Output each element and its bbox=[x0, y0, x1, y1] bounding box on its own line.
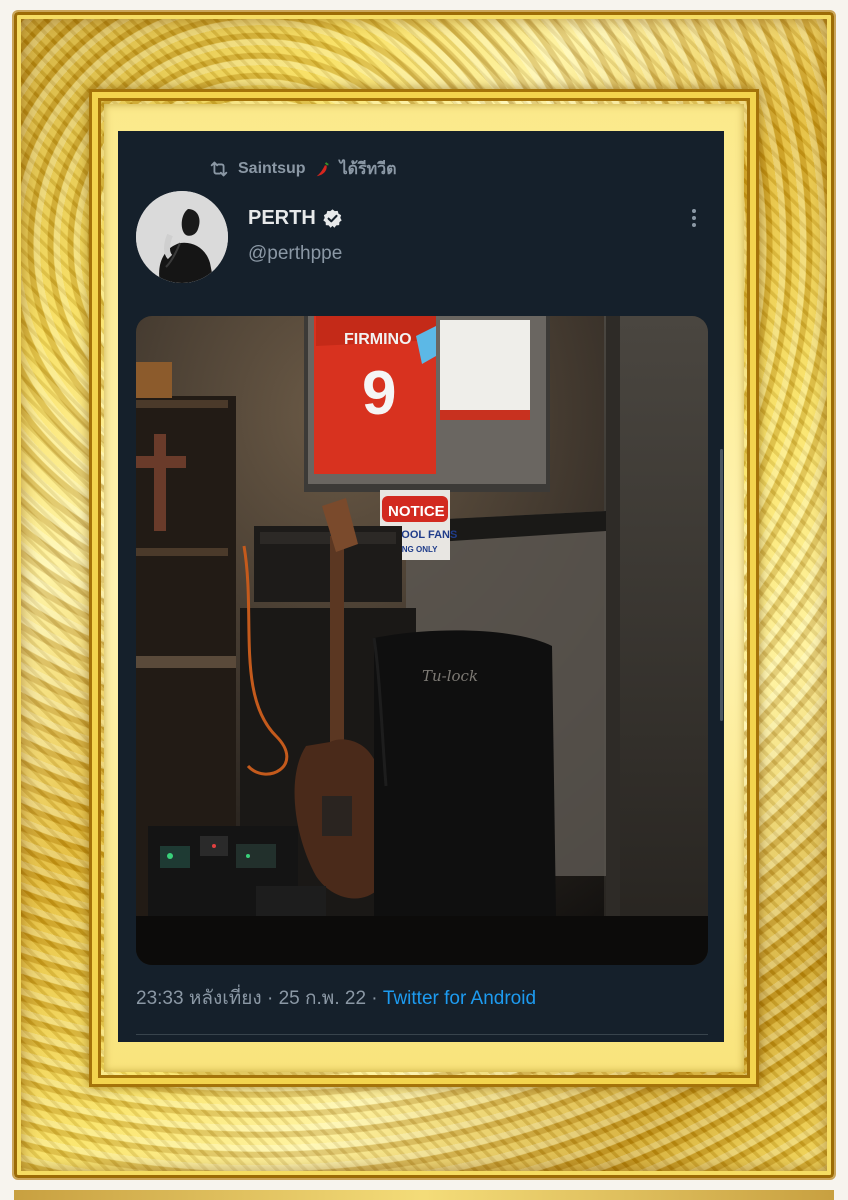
chili-pepper-emoji bbox=[314, 160, 332, 178]
jersey-name-text: FIRMINO bbox=[344, 331, 412, 348]
jacket-print-text: Tu-lock bbox=[422, 667, 478, 685]
notice-sign-text: NOTICE bbox=[388, 503, 445, 520]
retweet-action-label: ได้รีทวีต bbox=[339, 160, 397, 178]
author-name[interactable]: PERTH bbox=[248, 207, 316, 230]
retweet-context: Saintsup ได้รีทวีต bbox=[208, 158, 397, 180]
more-options-icon[interactable] bbox=[684, 205, 704, 231]
tweet-photo[interactable]: FIRMINO 9 NOTICE RPOOL FANS RKING ONLY T… bbox=[136, 316, 708, 965]
jersey-number-text: 9 bbox=[362, 359, 396, 428]
author-avatar[interactable] bbox=[136, 191, 228, 283]
retweet-icon bbox=[208, 158, 230, 180]
meta-separator-2: · bbox=[366, 988, 383, 1009]
verified-badge-icon bbox=[322, 208, 343, 229]
meta-separator: · bbox=[261, 988, 279, 1009]
author-name-row[interactable]: PERTH bbox=[248, 207, 343, 230]
tweet-time[interactable]: 23:33 หลังเที่ยง bbox=[136, 988, 262, 1009]
tweet-divider bbox=[136, 1034, 708, 1035]
scrollbar-thumb[interactable] bbox=[720, 449, 723, 721]
author-handle[interactable]: @perthppe bbox=[248, 243, 342, 265]
tweet-client-link[interactable]: Twitter for Android bbox=[383, 988, 536, 1009]
tweet-card[interactable]: Saintsup ได้รีทวีต PERTH @perthppe FIRMI… bbox=[118, 131, 724, 1042]
retweeter-name[interactable]: Saintsup bbox=[238, 160, 306, 178]
tweet-date[interactable]: 25 ก.พ. 22 bbox=[279, 988, 366, 1009]
frame-bottom-edge bbox=[14, 1190, 834, 1200]
tweet-meta: 23:33 หลังเที่ยง · 25 ก.พ. 22 · Twitter … bbox=[136, 983, 536, 1013]
